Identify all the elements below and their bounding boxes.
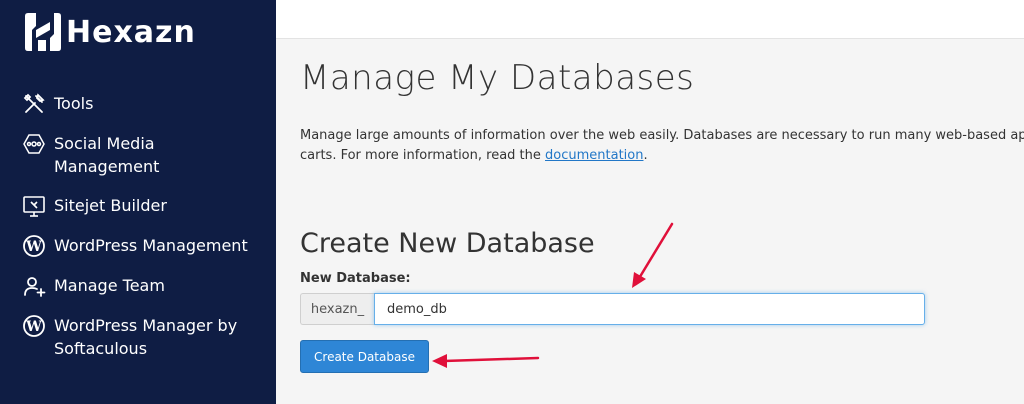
manage-team-icon [22,274,46,298]
tools-icon [22,92,46,116]
sidebar-item-wordpress-manager-softaculous[interactable]: W WordPress Manager by Softaculous [0,314,276,360]
sidebar-item-social-media-management[interactable]: Social Media Management [0,132,276,178]
top-header [276,0,1024,39]
documentation-link[interactable]: documentation [545,148,643,163]
description-end: . [643,148,648,163]
database-prefix: hexazn_ [300,293,374,325]
annotation-arrow-input [632,222,674,288]
sidebar-item-label: Sitejet Builder [54,196,167,215]
sidebar-item-label: WordPress Manager by Softaculous [54,316,238,358]
new-database-label: New Database: [300,271,411,286]
description-line-1: Manage large amounts of information over… [300,128,1024,143]
brand-name: Hexazn [66,14,196,50]
sidebar: Hexazn Tools Social Media Management Sit… [0,0,276,404]
new-database-input-group: hexazn_ [300,293,925,325]
sidebar-item-wordpress-management[interactable]: W WordPress Management [0,234,276,258]
sidebar-item-label: Social Media Management [54,134,160,176]
sidebar-item-tools[interactable]: Tools [0,92,276,116]
brand-logo[interactable]: Hexazn [22,8,196,56]
sidebar-item-manage-team[interactable]: Manage Team [0,274,276,298]
sidebar-item-label: WordPress Management [54,236,248,255]
wordpress-icon: W [22,314,46,338]
new-database-input[interactable] [374,293,925,325]
page-description: Manage large amounts of information over… [300,126,1024,166]
svg-text:W: W [25,239,42,255]
sidebar-item-sitejet-builder[interactable]: Sitejet Builder [0,194,276,218]
create-database-heading: Create New Database [300,228,595,259]
sidebar-item-label: Tools [54,94,94,113]
social-media-icon [22,132,46,156]
hexazn-logo-icon [25,13,61,51]
create-database-button[interactable]: Create Database [300,340,429,373]
description-text: carts. For more information, read the [300,148,546,163]
description-line-2: carts. For more information, read the do… [300,146,1024,166]
sidebar-nav: Tools Social Media Management Sitejet Bu… [0,92,276,360]
wordpress-icon: W [22,234,46,258]
sidebar-item-label: Manage Team [54,276,165,295]
sitejet-icon [22,194,46,218]
svg-text:W: W [25,319,42,335]
page-title: Manage My Databases [300,58,695,98]
annotation-arrow-button [432,354,540,368]
